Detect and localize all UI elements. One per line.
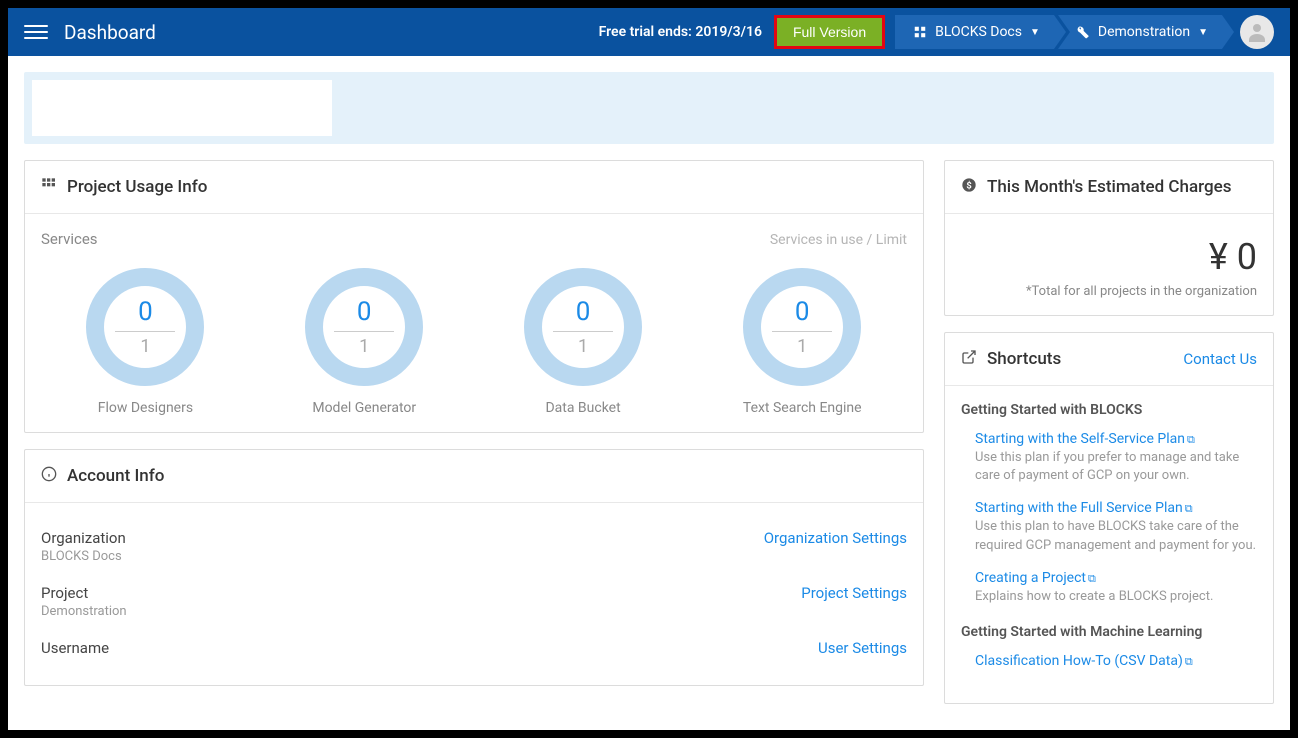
account-row: Project Demonstration Project Settings	[41, 574, 907, 629]
account-field-value: Demonstration	[41, 604, 127, 619]
account-settings-link[interactable]: Organization Settings	[764, 529, 907, 564]
gauge-used: 0	[576, 297, 591, 327]
wrench-icon	[1076, 25, 1090, 39]
usage-gauge: 0 1 Flow Designers	[86, 268, 204, 416]
shortcut-item: Creating a Project⧉ Explains how to crea…	[961, 567, 1257, 606]
avatar[interactable]	[1240, 15, 1274, 49]
hamburger-menu-button[interactable]	[24, 20, 48, 44]
charges-amount: ¥ 0	[961, 230, 1257, 284]
breadcrumb-project[interactable]: Demonstration ▼	[1058, 15, 1222, 49]
org-icon	[913, 25, 927, 39]
chevron-down-icon: ▼	[1030, 27, 1040, 38]
gauge-label: Text Search Engine	[743, 400, 862, 416]
shortcuts-card: Shortcuts Contact Us Getting Started wit…	[944, 332, 1274, 704]
gauge-used: 0	[357, 297, 372, 327]
gauge-ring: 0 1	[743, 268, 861, 386]
project-usage-title: Project Usage Info	[67, 177, 207, 197]
account-row: Username User Settings	[41, 629, 907, 669]
account-settings-link[interactable]: Project Settings	[801, 584, 907, 619]
banner-placeholder	[32, 80, 332, 136]
account-field-value: BLOCKS Docs	[41, 549, 126, 564]
gauge-used: 0	[795, 297, 810, 327]
account-field-label: Organization	[41, 529, 126, 547]
shortcut-section-heading: Getting Started with BLOCKS	[961, 402, 1257, 418]
external-link-icon: ⧉	[1088, 572, 1096, 585]
breadcrumb-project-label: Demonstration	[1098, 24, 1190, 40]
info-banner	[24, 72, 1274, 144]
shortcut-description: Use this plan if you prefer to manage an…	[975, 449, 1257, 485]
dollar-icon: $	[961, 177, 977, 197]
gauge-limit: 1	[578, 336, 588, 357]
usage-gauge: 0 1 Data Bucket	[524, 268, 642, 416]
gauge-limit: 1	[359, 336, 369, 357]
page-title: Dashboard	[64, 21, 599, 44]
contact-us-link[interactable]: Contact Us	[1183, 350, 1257, 368]
services-limit-label: Services in use / Limit	[770, 232, 907, 248]
account-field-label: Username	[41, 639, 109, 657]
info-icon	[41, 466, 57, 486]
account-field-label: Project	[41, 584, 127, 602]
account-info-card: Account Info Organization BLOCKS Docs Or…	[24, 449, 924, 686]
chevron-down-icon: ▼	[1198, 27, 1208, 38]
account-settings-link[interactable]: User Settings	[818, 639, 907, 659]
shortcut-section: Getting Started with Machine Learning Cl…	[961, 624, 1257, 669]
trial-expiry-text: Free trial ends: 2019/3/16	[599, 24, 762, 40]
gauge-limit: 1	[140, 336, 150, 357]
full-version-button[interactable]: Full Version	[774, 15, 885, 49]
charges-title: This Month's Estimated Charges	[987, 177, 1231, 197]
shortcut-item: Starting with the Full Service Plan⧉ Use…	[961, 497, 1257, 554]
shortcut-link[interactable]: Creating a Project⧉	[975, 570, 1096, 586]
topbar: Dashboard Free trial ends: 2019/3/16 Ful…	[8, 8, 1290, 56]
shortcut-link[interactable]: Starting with the Full Service Plan⧉	[975, 500, 1193, 516]
external-link-icon: ⧉	[1185, 655, 1193, 668]
charges-card: $ This Month's Estimated Charges ¥ 0 *To…	[944, 160, 1274, 316]
grid-icon	[41, 177, 57, 197]
usage-gauge: 0 1 Model Generator	[305, 268, 423, 416]
svg-text:$: $	[966, 180, 971, 191]
shortcuts-title: Shortcuts	[987, 349, 1061, 369]
external-link-icon: ⧉	[1185, 502, 1193, 515]
project-usage-card: Project Usage Info Services Services in …	[24, 160, 924, 433]
gauge-used: 0	[138, 297, 153, 327]
gauge-ring: 0 1	[524, 268, 642, 386]
shortcut-link[interactable]: Starting with the Self-Service Plan⧉	[975, 431, 1195, 447]
shortcut-section: Getting Started with BLOCKS Starting wit…	[961, 402, 1257, 606]
account-row: Organization BLOCKS Docs Organization Se…	[41, 519, 907, 574]
content-area: Project Usage Info Services Services in …	[8, 56, 1290, 730]
external-link-icon	[961, 349, 977, 369]
services-label: Services	[41, 230, 98, 248]
shortcut-item: Starting with the Self-Service Plan⧉ Use…	[961, 428, 1257, 485]
charges-note: *Total for all projects in the organizat…	[961, 284, 1257, 299]
shortcut-description: Explains how to create a BLOCKS project.	[975, 588, 1257, 606]
shortcut-description: Use this plan to have BLOCKS take care o…	[975, 518, 1257, 554]
gauge-label: Flow Designers	[98, 400, 193, 416]
gauge-limit: 1	[797, 336, 807, 357]
shortcut-link[interactable]: Classification How-To (CSV Data)⧉	[975, 653, 1193, 669]
usage-gauge: 0 1 Text Search Engine	[743, 268, 862, 416]
breadcrumb-org[interactable]: BLOCKS Docs ▼	[895, 15, 1054, 49]
breadcrumb: BLOCKS Docs ▼ Demonstration ▼	[895, 15, 1226, 49]
gauge-ring: 0 1	[86, 268, 204, 386]
gauge-label: Model Generator	[312, 400, 416, 416]
breadcrumb-org-label: BLOCKS Docs	[935, 24, 1022, 40]
shortcut-section-heading: Getting Started with Machine Learning	[961, 624, 1257, 640]
shortcut-item: Classification How-To (CSV Data)⧉	[961, 650, 1257, 669]
gauge-ring: 0 1	[305, 268, 423, 386]
external-link-icon: ⧉	[1187, 433, 1195, 446]
account-info-title: Account Info	[67, 466, 164, 486]
gauge-label: Data Bucket	[545, 400, 620, 416]
